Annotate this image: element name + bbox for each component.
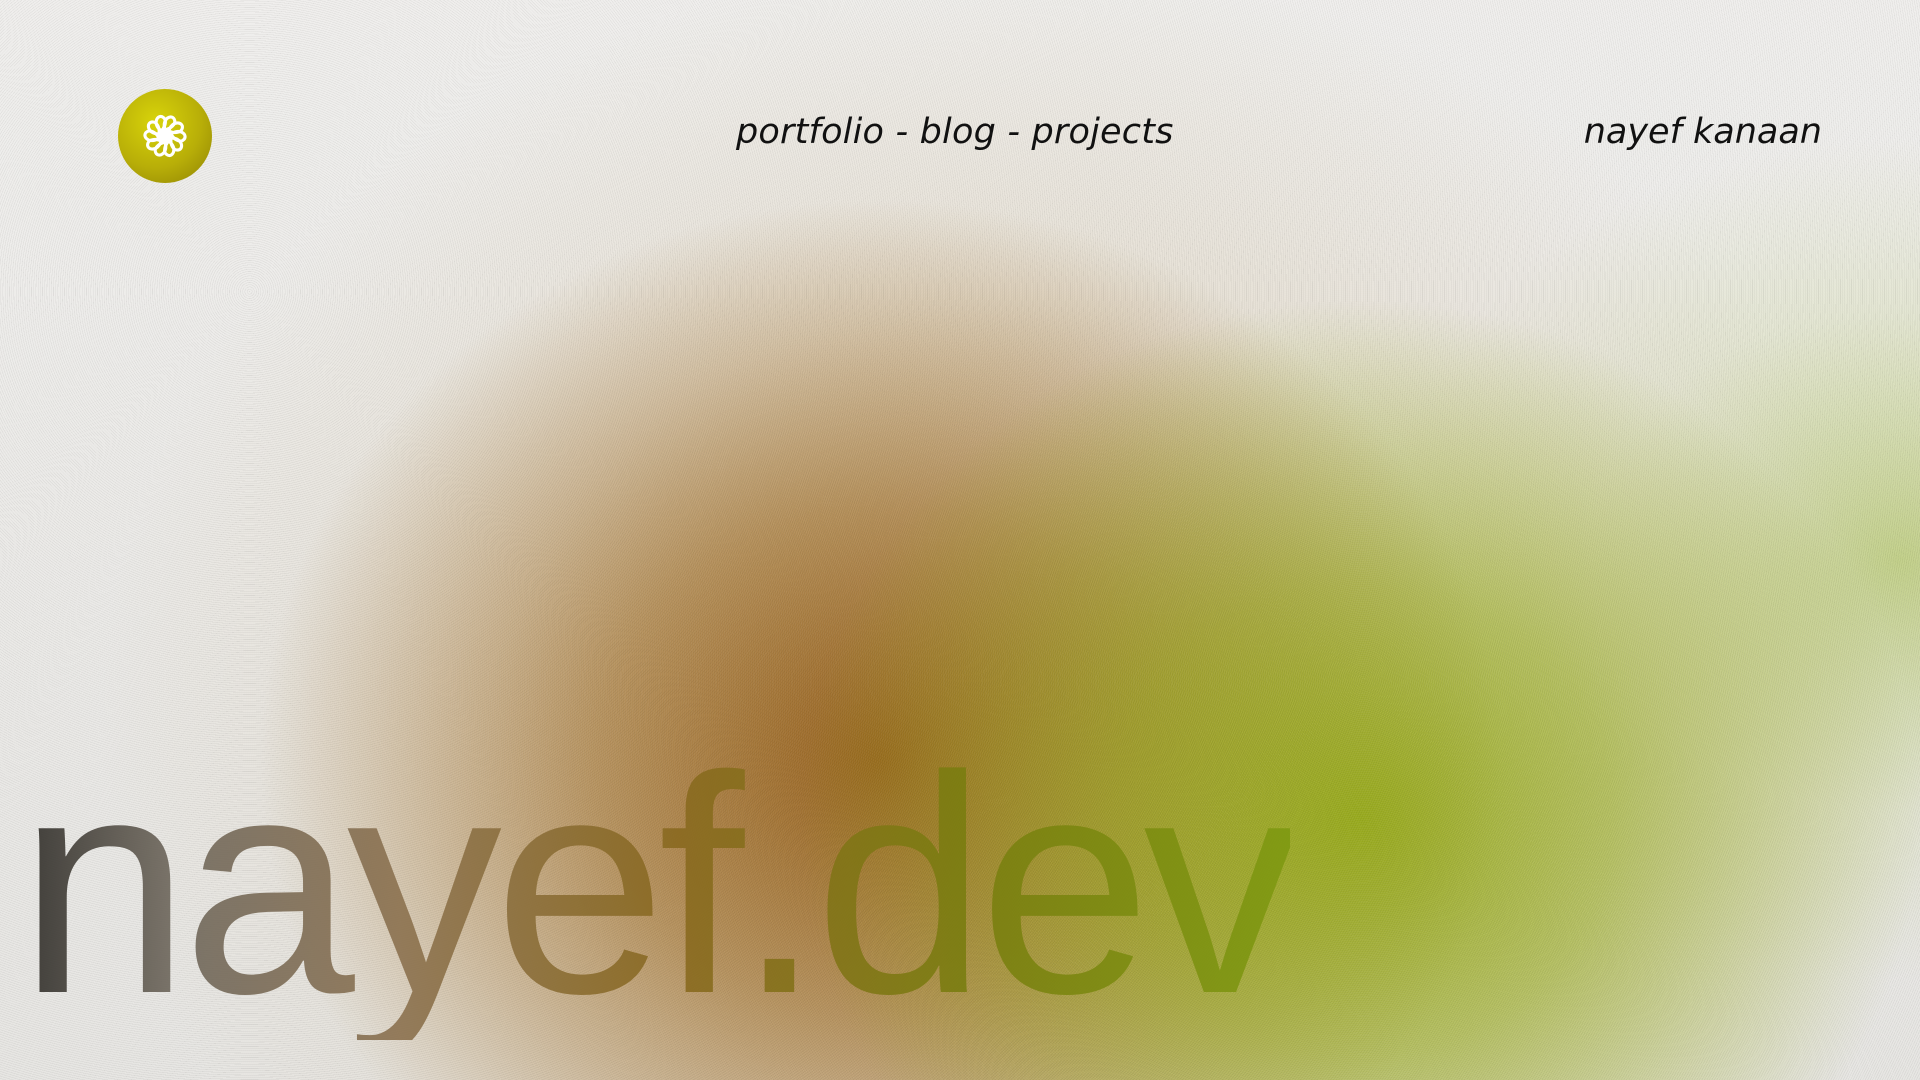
logo-icon[interactable] bbox=[118, 89, 212, 183]
nav-link-projects[interactable]: projects bbox=[1031, 112, 1173, 152]
nav-link-portfolio[interactable]: portfolio bbox=[736, 112, 884, 152]
nav-separator: - bbox=[884, 112, 920, 152]
author-name: nayef kanaan bbox=[1583, 112, 1822, 152]
hero-title: nayef.dev bbox=[18, 711, 1298, 1058]
top-nav: portfolio - blog - projects bbox=[736, 112, 1174, 152]
nav-link-blog[interactable]: blog bbox=[920, 112, 996, 152]
flower-swirl-icon bbox=[142, 113, 188, 159]
nav-separator: - bbox=[996, 112, 1032, 152]
